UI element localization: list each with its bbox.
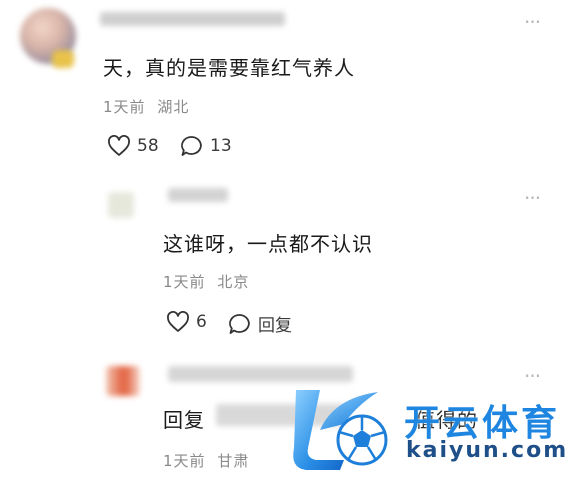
reply-button[interactable]: 回复 [228,311,292,336]
avatar[interactable] [108,192,134,218]
like-button[interactable]: 6 [166,311,207,333]
heart-icon [107,135,131,157]
location: 甘肃 [217,452,250,470]
comment-text-prefix: 回复 [163,408,205,432]
more-menu-icon[interactable]: ··· [524,10,541,34]
username[interactable] [168,188,228,202]
comment-text: 天，真的是需要靠红气养人 [103,56,355,80]
comment-bubble-icon [228,313,252,335]
reply-count: 13 [210,136,232,156]
location: 湖北 [157,98,190,116]
like-count: 6 [196,312,207,332]
brand-k-logo-icon [286,378,396,476]
heart-icon [166,311,190,333]
brand-watermark: 开云体育 kaiyun.com [286,378,576,476]
comment-bubble-icon [180,135,204,157]
comment-meta: 1天前 甘肃 [163,450,249,471]
location: 北京 [217,273,250,291]
comment-meta: 1天前 湖北 [103,96,189,117]
timestamp: 1天前 [163,452,206,470]
reply-count-button[interactable]: 13 [180,135,232,157]
like-button[interactable]: 58 [107,135,159,157]
username[interactable] [100,12,285,26]
brand-url: kaiyun.com [406,438,569,463]
like-count: 58 [137,136,159,156]
comment-meta: 1天前 北京 [163,271,249,292]
timestamp: 1天前 [163,273,206,291]
reply-label: 回复 [258,316,292,336]
avatar[interactable] [106,366,140,396]
comment-text: 这谁呀，一点都不认识 [163,232,373,256]
more-menu-icon[interactable]: ··· [524,186,541,210]
timestamp: 1天前 [103,98,146,116]
avatar-badge [52,50,74,68]
